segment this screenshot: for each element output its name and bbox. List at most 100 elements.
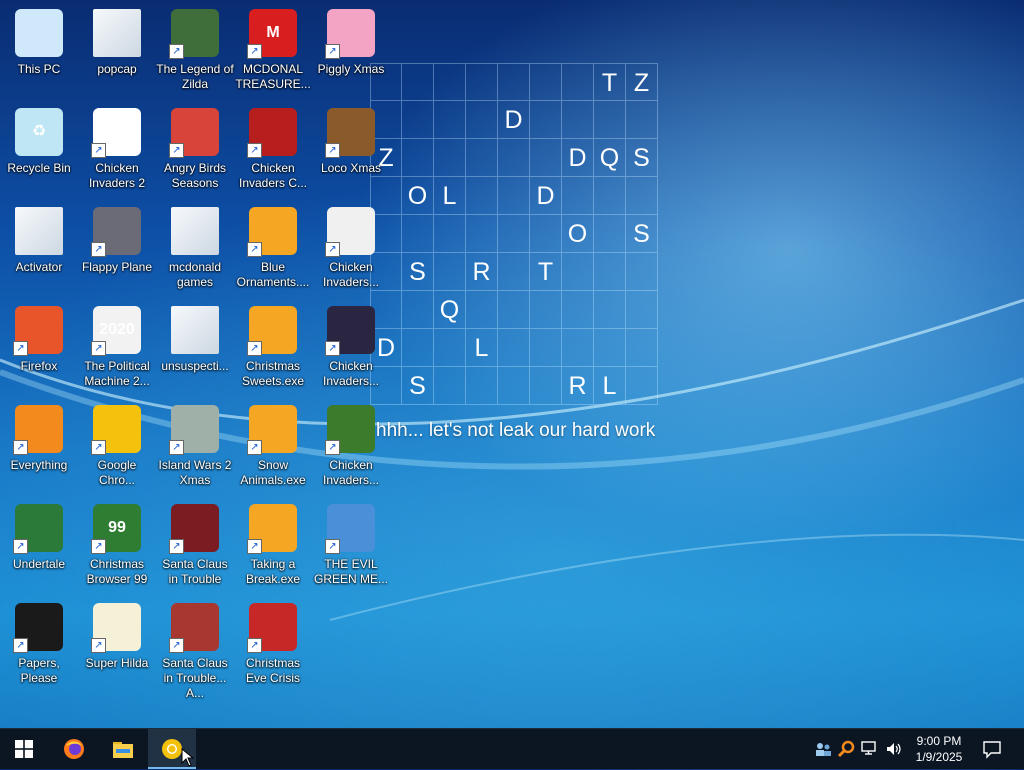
desktop-icon[interactable]: ↗ Snow Animals.exe [234, 402, 312, 498]
desktop-icon[interactable]: ↗ Google Chro... [78, 402, 156, 498]
shortcut-arrow-icon: ↗ [91, 143, 106, 158]
grid-cell: S [402, 253, 434, 291]
desktop-icon-label: Flappy Plane [81, 260, 153, 274]
clock[interactable]: 9:00 PM 1/9/2025 [912, 733, 966, 765]
grid-cell: R [562, 367, 594, 405]
grid-cell: T [530, 253, 562, 291]
desktop-icon[interactable]: ↗ Firefox [0, 303, 78, 399]
grid-cell: S [626, 215, 658, 253]
grid-cell: S [626, 139, 658, 177]
desktop-icon-label: Activator [15, 260, 63, 274]
grid-cell [594, 291, 626, 329]
grid-cell: O [402, 177, 434, 215]
desktop-icon[interactable]: M ↗ MCDONAL TREASURE... [234, 6, 312, 102]
desktop-icon-label: Papers, Please [18, 656, 60, 685]
desktop-icon[interactable]: ↗ Chicken Invaders... [312, 303, 390, 399]
desktop-icon[interactable]: Activator [0, 204, 78, 300]
grid-cell: D [498, 101, 530, 139]
grid-cell [626, 367, 658, 405]
shortcut-arrow-icon: ↗ [325, 341, 340, 356]
search-tray-icon[interactable] [837, 740, 855, 758]
desktop-icon[interactable]: ↗ THE EVIL GREEN ME... [312, 501, 390, 597]
shortcut-arrow-icon: ↗ [169, 440, 184, 455]
desktop-icon-label: Chicken Invaders... [322, 260, 380, 289]
desktop-icon[interactable]: ↗ Flappy Plane [78, 204, 156, 300]
shortcut-arrow-icon: ↗ [91, 242, 106, 257]
grid-cell [466, 139, 498, 177]
desktop-icon[interactable]: 2 ↗ Chicken Invaders 2 [78, 105, 156, 201]
desktop-icon[interactable]: ↗ Angry Birds Seasons [156, 105, 234, 201]
firefox-taskbar-button[interactable] [50, 729, 98, 769]
desktop-icon[interactable]: ↗ The Legend of Zilda [156, 6, 234, 102]
desktop-icon-label: Christmas Eve Crisis [245, 656, 300, 685]
desktop-icon-label: Christmas Sweets.exe [241, 359, 305, 388]
grid-cell [466, 215, 498, 253]
desktop-icon[interactable]: ↗ Undertale [0, 501, 78, 597]
santa-face-icon: ↗ [247, 603, 297, 653]
folder-icon [93, 9, 141, 57]
desktop-icon[interactable]: ↗ Christmas Sweets.exe [234, 303, 312, 399]
grid-cell [434, 329, 466, 367]
magnifier-icon: ↗ [13, 405, 63, 455]
desktop-icon[interactable]: mcdonald games [156, 204, 234, 300]
desktop-icon[interactable]: 99 ↗ Christmas Browser 99 [78, 501, 156, 597]
desktop-icon[interactable]: unsuspecti... [156, 303, 234, 399]
desktop-icon[interactable]: ↗ Island Wars 2 Xmas [156, 402, 234, 498]
firefox-icon: ↗ [13, 306, 63, 356]
grid-cell [466, 63, 498, 101]
desktop-icon[interactable]: ↗ Chicken Invaders... [312, 204, 390, 300]
grid-cell [466, 291, 498, 329]
shortcut-arrow-icon: ↗ [169, 638, 184, 653]
desktop-icon[interactable]: ↗ Blue Ornaments.... [234, 204, 312, 300]
shortcut-arrow-icon: ↗ [325, 143, 340, 158]
grid-cell [562, 177, 594, 215]
desktop-icon[interactable]: ↗ Papers, Please [0, 600, 78, 696]
desktop-icon-label: Super Hilda [85, 656, 149, 670]
grid-cell [434, 367, 466, 405]
grid-cell [498, 63, 530, 101]
desktop-icon[interactable]: ↗ Santa Claus in Trouble [156, 501, 234, 597]
desktop-icon[interactable]: This PC [0, 6, 78, 102]
grid-cell [594, 253, 626, 291]
shortcut-arrow-icon: ↗ [247, 638, 262, 653]
grid-cell [594, 177, 626, 215]
start-button[interactable] [0, 729, 48, 769]
zilda-icon: ↗ [169, 9, 219, 59]
desktop-icon-label: Island Wars 2 Xmas [158, 458, 232, 487]
action-center-button[interactable] [980, 737, 1004, 761]
desktop-icon[interactable]: ↗ Christmas Eve Crisis [234, 600, 312, 696]
desktop-icon[interactable]: ♻ Recycle Bin [0, 105, 78, 201]
grid-cell [402, 291, 434, 329]
file-explorer-taskbar-button[interactable] [99, 729, 147, 769]
puzzle-icon: ↗ [247, 504, 297, 554]
grid-cell: Q [434, 291, 466, 329]
mouse-cursor [181, 748, 195, 767]
desktop-icon[interactable]: ↗ Loco Xmas [312, 105, 390, 201]
grid-cell [562, 101, 594, 139]
desktop-icon[interactable]: ↗ Super Hilda [78, 600, 156, 696]
clock-time: 9:00 PM [916, 734, 962, 748]
grid-cell [466, 101, 498, 139]
desktop-icon[interactable]: 2020 ↗ The Political Machine 2... [78, 303, 156, 399]
desktop-icon[interactable]: ↗ Chicken Invaders C... [234, 105, 312, 201]
icon-glyph [15, 9, 63, 57]
volume-icon[interactable] [885, 740, 903, 758]
desktop-icon[interactable]: ↗ Everything [0, 402, 78, 498]
grid-cell [434, 139, 466, 177]
desktop-icon[interactable]: ↗ Taking a Break.exe [234, 501, 312, 597]
grid-cell [626, 101, 658, 139]
desktop-icon[interactable]: popcap [78, 6, 156, 102]
grid-cell [562, 291, 594, 329]
grid-cell: S [402, 367, 434, 405]
desktop-icon[interactable]: ↗ Chicken Invaders... [312, 402, 390, 498]
desktop-icon-label: The Legend of Zilda [156, 62, 234, 91]
shortcut-arrow-icon: ↗ [325, 242, 340, 257]
chrome-icon: ↗ [91, 405, 141, 455]
desktop-icon-label: Piggly Xmas [317, 62, 385, 76]
grid-cell [530, 329, 562, 367]
desktop-icon[interactable]: ↗ Piggly Xmas [312, 6, 390, 102]
grid-cell [626, 253, 658, 291]
people-icon[interactable] [814, 740, 832, 758]
desktop-icon[interactable]: ↗ Santa Claus in Trouble... A... [156, 600, 234, 700]
network-icon[interactable] [861, 740, 879, 758]
